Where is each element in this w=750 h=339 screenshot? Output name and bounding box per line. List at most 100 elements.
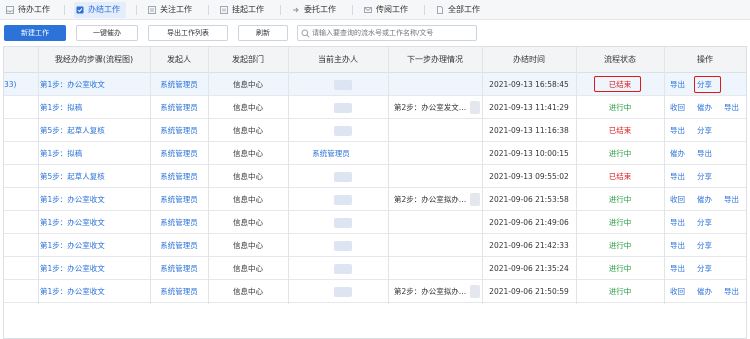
initiator-link[interactable]: 系统管理员 [150,211,208,234]
handler-link[interactable] [288,119,374,142]
row-id-fragment[interactable] [4,257,34,280]
dept-cell: 信息中心 [233,172,263,181]
op-link[interactable]: 催办 [697,188,712,211]
op-link[interactable]: 导出 [670,165,685,188]
header-status[interactable]: 流程状态 [576,47,664,73]
step-link[interactable]: 第1步：办公室收文 [40,280,148,303]
op-link[interactable]: 分享 [697,211,712,234]
redacted-handler [334,126,352,136]
table-row[interactable]: 第1步：办公室收文 系统管理员 信息中心 2021-09-06 21:49:06 进行中… [4,211,746,234]
handler-link[interactable] [288,211,374,234]
initiator-link[interactable]: 系统管理员 [150,96,208,119]
op-link[interactable]: 导出 [670,73,685,96]
next-step-cell: 第2步：办公室拟办… [394,195,467,204]
next-step-cell [394,142,476,165]
tab-todo[interactable]: 待办工作 [4,2,50,18]
row-id-fragment[interactable] [4,280,34,303]
table-row[interactable]: 第1步：办公室收文 系统管理员 信息中心 第2步：办公室拟办… 2021-09-06 2… [4,280,746,303]
one-click-urge-button[interactable]: 一键催办 [76,25,138,41]
tab-suspended[interactable]: 挂起工作 [218,2,264,18]
header-dept[interactable]: 发起部门 [208,47,288,73]
initiator-link[interactable]: 系统管理员 [150,234,208,257]
search-box[interactable] [297,25,477,41]
step-link[interactable]: 第1步：办公室收文 [40,188,148,211]
search-input[interactable] [312,27,474,39]
tab-circulated[interactable]: 传阅工作 [362,2,408,18]
tab-done[interactable]: 办结工作 [74,2,126,18]
table-row[interactable]: 第1步：办公室收文 系统管理员 信息中心 2021-09-06 21:35:24 进行中… [4,257,746,280]
table-row[interactable]: 第1步：办公室收文 系统管理员 信息中心 2021-09-06 21:42:33 进行中… [4,234,746,257]
header-handler[interactable]: 当前主办人 [288,47,388,73]
op-link[interactable]: 催办 [670,142,685,165]
op-link[interactable]: 收回 [670,280,685,303]
step-link[interactable]: 第5步：起草人复核 [40,165,148,188]
handler-link[interactable] [288,96,374,119]
handler-link[interactable] [288,257,374,280]
op-link[interactable]: 导出 [670,211,685,234]
step-link[interactable]: 第1步：拟稿 [40,142,148,165]
op-link[interactable]: 分享 [697,165,712,188]
table-row[interactable]: 第5步：起草人复核 系统管理员 信息中心 2021-09-13 11:16:38 已结束… [4,119,746,142]
op-link[interactable]: 分享 [697,234,712,257]
table-row[interactable]: 第1步：拟稿 系统管理员 信息中心 系统管理员 2021-09-13 10:00:15 进… [4,142,746,165]
op-link[interactable]: 导出 [670,119,685,142]
step-link[interactable]: 第1步：办公室收文 [40,211,148,234]
table-row[interactable]: 第1步：办公室收文 系统管理员 信息中心 第2步：办公室拟办… 2021-09-06 2… [4,188,746,211]
row-id-fragment[interactable]: 33) [4,73,34,96]
op-link[interactable]: 收回 [670,188,685,211]
handler-link[interactable] [288,165,374,188]
new-work-button[interactable]: 新建工作 [4,25,66,41]
row-id-fragment[interactable] [4,142,34,165]
finish-time-cell: 2021-09-13 16:58:45 [489,80,569,89]
initiator-link[interactable]: 系统管理员 [150,165,208,188]
initiator-link[interactable]: 系统管理员 [150,119,208,142]
initiator-link[interactable]: 系统管理员 [150,142,208,165]
row-id-fragment[interactable] [4,234,34,257]
row-id-fragment[interactable] [4,211,34,234]
row-id-fragment[interactable] [4,188,34,211]
step-link[interactable]: 第1步：拟稿 [40,96,148,119]
op-link[interactable]: 收回 [670,96,685,119]
tab-all[interactable]: 全部工作 [434,2,480,18]
handler-link[interactable] [288,73,374,96]
status-badge: 进行中 [608,287,632,296]
op-link[interactable]: 导出 [697,142,712,165]
table-row[interactable]: 第5步：起草人复核 系统管理员 信息中心 2021-09-13 09:55:02 已结束… [4,165,746,188]
tab-follow[interactable]: 关注工作 [146,2,192,18]
initiator-link[interactable]: 系统管理员 [150,73,208,96]
op-link[interactable]: 催办 [697,280,712,303]
table-row[interactable]: 第1步：拟稿 系统管理员 信息中心 第2步：办公室发文… 2021-09-13 11:4… [4,96,746,119]
header-initiator[interactable]: 发起人 [150,47,208,73]
step-link[interactable]: 第1步：办公室收文 [40,73,148,96]
handler-link[interactable] [288,280,374,303]
op-link[interactable]: 分享 [697,257,712,280]
header-next[interactable]: 下一步办理情况 [388,47,482,73]
tab-delegated[interactable]: 委托工作 [290,2,336,18]
step-link[interactable]: 第1步：办公室收文 [40,257,148,280]
step-link[interactable]: 第1步：办公室收文 [40,234,148,257]
handler-link[interactable]: 系统管理员 [288,142,374,165]
initiator-link[interactable]: 系统管理员 [150,257,208,280]
op-link[interactable]: 导出 [724,96,739,119]
row-id-fragment[interactable] [4,165,34,188]
op-link[interactable]: 分享 [697,119,712,142]
step-link[interactable]: 第5步：起草人复核 [40,119,148,142]
op-link[interactable]: 导出 [670,234,685,257]
initiator-link[interactable]: 系统管理员 [150,188,208,211]
row-id-fragment[interactable] [4,119,34,142]
header-finish-time[interactable]: 办结时间 [482,47,576,73]
export-list-button[interactable]: 导出工作列表 [148,25,228,41]
refresh-button[interactable]: 刷新 [238,25,288,41]
row-id-fragment[interactable] [4,96,34,119]
header-step[interactable]: 我经办的步骤(流程图) [38,47,150,73]
initiator-link[interactable]: 系统管理员 [150,280,208,303]
handler-link[interactable] [288,234,374,257]
tab-label: 全部工作 [448,5,480,14]
op-link[interactable]: 导出 [724,188,739,211]
status-badge: 进行中 [608,103,632,112]
handler-link[interactable] [288,188,374,211]
op-link[interactable]: 导出 [724,280,739,303]
op-link[interactable]: 导出 [670,257,685,280]
op-link[interactable]: 催办 [697,96,712,119]
finish-time-cell: 2021-09-13 10:00:15 [489,149,569,158]
